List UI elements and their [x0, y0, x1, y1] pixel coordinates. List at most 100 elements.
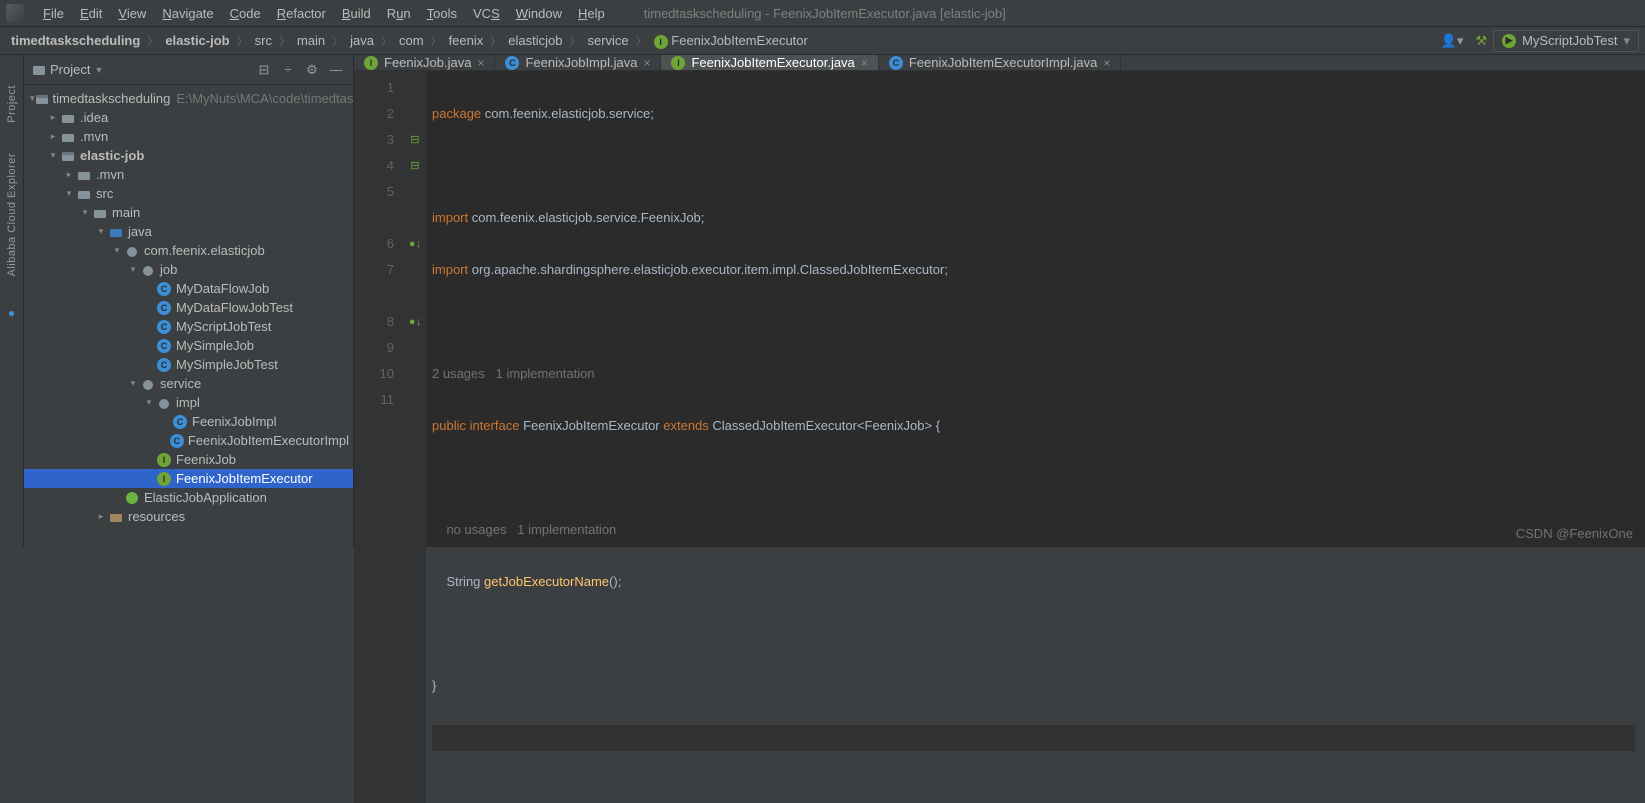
run-configuration-selector[interactable]: ▶ MyScriptJobTest ▾ — [1493, 30, 1639, 52]
gutter-import-fold-icon[interactable]: ⊟ — [404, 153, 426, 179]
tree-node[interactable]: IFeenixJobItemExecutor — [24, 469, 353, 488]
crumb[interactable]: main — [292, 33, 330, 48]
gutter-implemented-icon[interactable]: ●↓ — [404, 309, 426, 335]
tree-arrow-icon[interactable]: ▾ — [142, 397, 156, 408]
code-content[interactable]: package com.feenix.elasticjob.service; i… — [426, 71, 1645, 803]
menu-help[interactable]: Help — [571, 3, 612, 24]
menu-navigate[interactable]: Navigate — [155, 3, 220, 24]
tree-arrow-icon[interactable]: ▾ — [78, 207, 92, 218]
crumb-root[interactable]: timedtaskscheduling — [6, 33, 145, 48]
tree-node[interactable]: CMySimpleJob — [24, 336, 353, 355]
project-panel-selector[interactable]: Project ▼ — [32, 62, 103, 77]
tree-node[interactable]: ElasticJobApplication — [24, 488, 353, 507]
gutter-implemented-icon[interactable]: ●↓ — [404, 231, 426, 257]
tree-arrow-icon[interactable]: ▾ — [110, 245, 124, 256]
crumb[interactable]: feenix — [444, 33, 489, 48]
menu-window[interactable]: Window — [509, 3, 569, 24]
inlay-hint[interactable]: no usages 1 implementation — [446, 522, 616, 537]
menu-refactor[interactable]: Refactor — [270, 3, 333, 24]
hide-button[interactable]: — — [327, 61, 345, 79]
editor-tab[interactable]: IFeenixJobItemExecutor.java× — [661, 55, 878, 70]
tree-node[interactable]: ▾job — [24, 260, 353, 279]
menu-tools[interactable]: Tools — [420, 3, 464, 24]
tree-node[interactable]: CFeenixJobImpl — [24, 412, 353, 431]
menu-code[interactable]: Code — [223, 3, 268, 24]
interface-icon: I — [156, 471, 172, 487]
tree-node[interactable]: ▾impl — [24, 393, 353, 412]
expand-all-button[interactable]: ÷ — [279, 61, 297, 79]
select-opened-file-button[interactable]: ⊟ — [255, 61, 273, 79]
tree-arrow-icon[interactable]: ▾ — [62, 188, 76, 199]
tree-arrow-icon[interactable]: ▾ — [126, 378, 140, 389]
tree-node[interactable]: ▸.mvn — [24, 127, 353, 146]
tool-window-alibaba[interactable]: Alibaba Cloud Explorer — [6, 153, 18, 277]
navigation-bar: timedtaskscheduling〉 elastic-job〉 src〉 m… — [0, 27, 1645, 55]
tree-arrow-icon[interactable]: ▸ — [46, 112, 60, 123]
tree-label: MyDataFlowJob — [176, 281, 269, 296]
class-icon: C — [505, 56, 519, 70]
tree-label: .idea — [80, 110, 108, 125]
tab-label: FeenixJobImpl.java — [525, 55, 637, 70]
tree-node[interactable]: CMyDataFlowJob — [24, 279, 353, 298]
menu-build[interactable]: Build — [335, 3, 378, 24]
tree-node[interactable]: ▾com.feenix.elasticjob — [24, 241, 353, 260]
package-icon — [140, 262, 156, 278]
project-panel-title: Project — [50, 62, 90, 77]
tree-node[interactable]: ▸resources — [24, 507, 353, 526]
tree-label: java — [128, 224, 152, 239]
tree-arrow-icon[interactable]: ▾ — [94, 226, 108, 237]
tree-node[interactable]: CMySimpleJobTest — [24, 355, 353, 374]
close-tab-icon[interactable]: × — [1103, 56, 1110, 70]
tree-node[interactable]: ▸ .idea — [24, 108, 353, 127]
project-tree[interactable]: ▾timedtaskschedulingE:\MyNuts\MCA\code\t… — [24, 85, 353, 547]
tree-arrow-icon[interactable]: ▾ — [126, 264, 140, 275]
crumb[interactable]: java — [345, 33, 379, 48]
tree-node[interactable]: ▾ java — [24, 222, 353, 241]
gutter-import-fold-icon[interactable]: ⊟ — [404, 127, 426, 153]
tree-arrow-icon[interactable]: ▾ — [46, 150, 60, 161]
tool-window-project[interactable]: Project — [6, 85, 18, 123]
tree-arrow-icon[interactable]: ▸ — [94, 511, 108, 522]
editor-tab[interactable]: IFeenixJob.java× — [354, 55, 495, 70]
tree-arrow-icon[interactable]: ▸ — [46, 131, 60, 142]
class-icon: C — [156, 357, 172, 373]
menu-edit[interactable]: Edit — [73, 3, 109, 24]
line-number-gutter: 1234567891011 — [354, 71, 404, 803]
tree-node[interactable]: IFeenixJob — [24, 450, 353, 469]
cloud-toolkit-icon[interactable]: ● — [8, 306, 15, 320]
tree-node[interactable]: CFeenixJobItemExecutorImpl — [24, 431, 353, 450]
user-icon[interactable]: 👤▾ — [1441, 33, 1464, 49]
tree-label: timedtaskscheduling — [53, 91, 171, 106]
tree-node[interactable]: ▾timedtaskschedulingE:\MyNuts\MCA\code\t… — [24, 89, 353, 108]
crumb[interactable]: elastic-job — [160, 33, 234, 48]
code-editor[interactable]: 1234567891011 ⊟ ⊟ ●↓ ●↓ package com.feen… — [354, 71, 1645, 803]
close-tab-icon[interactable]: × — [861, 56, 868, 70]
tree-node[interactable]: CMyScriptJobTest — [24, 317, 353, 336]
run-config-icon: ▶ — [1502, 34, 1516, 48]
tree-arrow-icon[interactable]: ▸ — [62, 169, 76, 180]
tree-node[interactable]: ▾service — [24, 374, 353, 393]
watermark: CSDN @FeenixOne — [1516, 526, 1633, 541]
tree-node[interactable]: ▸.mvn — [24, 165, 353, 184]
editor-tab[interactable]: C FeenixJobImpl.java × — [495, 55, 661, 70]
menu-run[interactable]: Run — [380, 3, 418, 24]
crumb[interactable]: com — [394, 33, 429, 48]
crumb[interactable]: elasticjob — [503, 33, 567, 48]
menu-vcs[interactable]: VCS — [466, 3, 507, 24]
tree-node[interactable]: ▾src — [24, 184, 353, 203]
line-number: 1 — [354, 75, 394, 101]
build-button[interactable]: ⚒ — [1475, 33, 1487, 49]
crumb[interactable]: service — [582, 33, 633, 48]
crumb-current[interactable]: I FeenixJobItemExecutor — [649, 33, 813, 49]
settings-gear-icon[interactable]: ⚙ — [303, 61, 321, 79]
close-tab-icon[interactable]: × — [477, 56, 484, 70]
close-tab-icon[interactable]: × — [643, 56, 650, 70]
inlay-hint[interactable]: 2 usages 1 implementation — [432, 366, 595, 381]
editor-tab[interactable]: CFeenixJobItemExecutorImpl.java× — [879, 55, 1122, 70]
menu-file[interactable]: File — [36, 3, 71, 24]
menu-view[interactable]: View — [111, 3, 153, 24]
crumb[interactable]: src — [250, 33, 277, 48]
tree-node[interactable]: ▾main — [24, 203, 353, 222]
tree-node[interactable]: CMyDataFlowJobTest — [24, 298, 353, 317]
tree-node[interactable]: ▾elastic-job — [24, 146, 353, 165]
